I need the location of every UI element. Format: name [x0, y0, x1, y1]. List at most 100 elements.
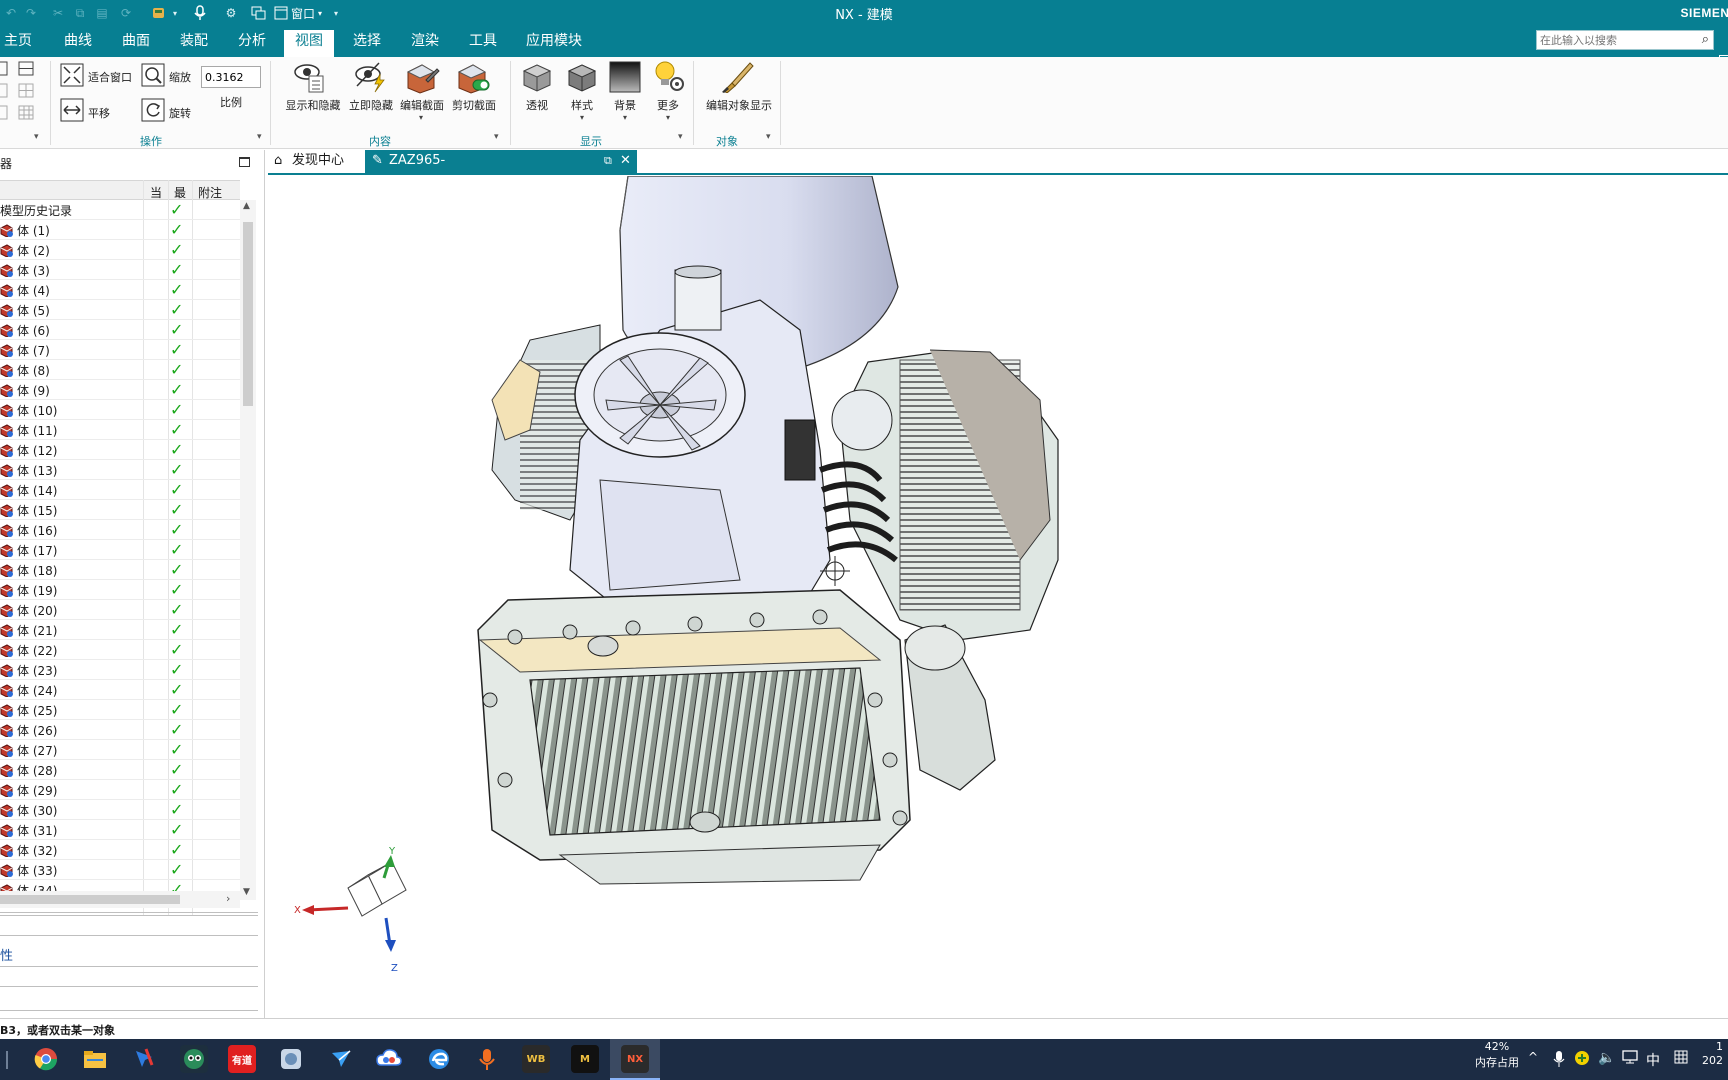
three-view-icon[interactable] [0, 105, 10, 124]
visibility-check-icon[interactable]: ✓ [170, 620, 183, 639]
edit-section-dropdown-icon[interactable]: ▾ [419, 113, 423, 122]
visibility-check-icon[interactable]: ✓ [170, 460, 183, 479]
visibility-check-icon[interactable]: ✓ [170, 440, 183, 459]
visibility-check-icon[interactable]: ✓ [170, 860, 183, 879]
visibility-check-icon[interactable]: ✓ [170, 340, 183, 359]
tab-curve[interactable]: 曲线 [58, 30, 98, 57]
visibility-check-icon[interactable]: ✓ [170, 200, 183, 219]
tab-surface[interactable]: 曲面 [116, 30, 156, 57]
repeat-command-icon[interactable]: ⟳ [118, 4, 134, 22]
switch-window-icon[interactable] [250, 4, 266, 22]
zoom-label[interactable]: 缩放 [169, 69, 191, 85]
scroll-down-icon[interactable]: ▼ [243, 887, 250, 897]
visibility-check-icon[interactable]: ✓ [170, 560, 183, 579]
visibility-check-icon[interactable]: ✓ [170, 740, 183, 759]
two-view-vertical-icon[interactable] [0, 83, 10, 102]
edit-section-label[interactable]: 编辑截面 [396, 97, 448, 113]
visibility-check-icon[interactable]: ✓ [170, 360, 183, 379]
touch-mode-dropdown-icon[interactable]: ▾ [170, 4, 180, 22]
show-and-hide-icon[interactable] [292, 60, 326, 97]
tree-item-body[interactable]: 体 (27) ✓ [0, 740, 240, 760]
navigator-horizontal-scrollbar[interactable]: › [0, 891, 240, 908]
visibility-check-icon[interactable]: ✓ [170, 800, 183, 819]
clip-section-label[interactable]: 剪切截面 [448, 97, 500, 113]
tree-item-body[interactable]: 体 (5) ✓ [0, 300, 240, 320]
tree-item-body[interactable]: 体 (32) ✓ [0, 840, 240, 860]
microphone-tray-icon[interactable] [1553, 1050, 1565, 1072]
tree-item-body[interactable]: 体 (14) ✓ [0, 480, 240, 500]
touch-mode-icon[interactable] [150, 4, 168, 22]
style-icon[interactable] [566, 61, 598, 96]
zoom-icon[interactable] [141, 63, 165, 90]
tree-item-body[interactable]: 体 (2) ✓ [0, 240, 240, 260]
background-label[interactable]: 背景 [609, 97, 641, 113]
voice-recorder-icon[interactable] [473, 1045, 501, 1073]
more-display-dropdown-icon[interactable]: ▾ [666, 113, 670, 122]
visibility-check-icon[interactable]: ✓ [170, 220, 183, 239]
vpn-tray-icon[interactable] [1574, 1050, 1590, 1070]
tab-tools[interactable]: 工具 [463, 30, 503, 57]
column-note[interactable]: 附注 [198, 184, 222, 201]
tree-item-body[interactable]: 体 (24) ✓ [0, 680, 240, 700]
layout-group-dropdown-icon[interactable]: ▾ [34, 132, 39, 142]
file-explorer-icon[interactable] [81, 1045, 109, 1073]
command-finder-icon[interactable]: ⚙ [222, 4, 240, 22]
copy-icon[interactable]: ⧉ [72, 4, 88, 22]
tree-item-body[interactable]: 体 (3) ✓ [0, 260, 240, 280]
edit-object-display-label[interactable]: 编辑对象显示 [703, 97, 775, 113]
feishu-icon[interactable] [327, 1045, 355, 1073]
operate-group-dropdown-icon[interactable]: ▾ [257, 132, 262, 142]
microphone-icon[interactable] [192, 4, 208, 22]
column-latest[interactable]: 最 [174, 184, 186, 201]
style-dropdown-icon[interactable]: ▾ [580, 113, 584, 122]
clip-section-icon[interactable] [455, 60, 491, 97]
content-group-dropdown-icon[interactable]: ▾ [494, 132, 499, 142]
tab-active-part[interactable]: ✎ ZAZ965-engine_v1_brayvo.ru_step.prt ⧉ … [365, 150, 637, 190]
search-icon[interactable]: ⌕ [1702, 32, 1709, 47]
show-hidden-icons-icon[interactable]: ^ [1528, 1050, 1538, 1064]
tree-item-body[interactable]: 体 (13) ✓ [0, 460, 240, 480]
tree-item-body[interactable]: 体 (17) ✓ [0, 540, 240, 560]
visibility-check-icon[interactable]: ✓ [170, 600, 183, 619]
redo-icon[interactable]: ↷ [24, 4, 38, 22]
command-search-input[interactable] [1537, 31, 1687, 49]
siemens-nx-icon[interactable]: NX [621, 1045, 649, 1073]
screen-recorder-icon[interactable] [180, 1045, 208, 1073]
tree-item-body[interactable]: 体 (18) ✓ [0, 560, 240, 580]
visibility-check-icon[interactable]: ✓ [170, 580, 183, 599]
four-view-icon[interactable] [18, 83, 34, 102]
scroll-thumb[interactable] [243, 222, 253, 406]
visibility-check-icon[interactable]: ✓ [170, 840, 183, 859]
customize-quick-access-icon[interactable]: ▾ [330, 4, 342, 22]
visibility-check-icon[interactable]: ✓ [170, 500, 183, 519]
fit-window-icon[interactable] [60, 63, 84, 90]
visibility-check-icon[interactable]: ✓ [170, 320, 183, 339]
scroll-up-icon[interactable]: ▲ [243, 201, 250, 211]
show-and-hide-label[interactable]: 显示和隐藏 [282, 97, 344, 113]
tree-item-body[interactable]: 体 (20) ✓ [0, 600, 240, 620]
paste-icon[interactable]: ▤ [94, 4, 110, 22]
memory-usage-widget[interactable]: 42% 内存占用 [1462, 1040, 1532, 1070]
visibility-check-icon[interactable]: ✓ [170, 520, 183, 539]
tree-item-body[interactable]: 体 (23) ✓ [0, 660, 240, 680]
rotate-label[interactable]: 旋转 [169, 105, 191, 121]
undo-icon[interactable]: ↶ [4, 4, 18, 22]
display-group-dropdown-icon[interactable]: ▾ [678, 132, 683, 142]
two-view-horizontal-icon[interactable] [18, 61, 34, 80]
tree-item-body[interactable]: 体 (6) ✓ [0, 320, 240, 340]
tree-item-body[interactable]: 体 (31) ✓ [0, 820, 240, 840]
visibility-check-icon[interactable]: ✓ [170, 420, 183, 439]
tree-item-body[interactable]: 体 (19) ✓ [0, 580, 240, 600]
tab-assembly[interactable]: 装配 [174, 30, 214, 57]
tab-applications[interactable]: 应用模块 [522, 30, 586, 57]
zoom-scale-input[interactable] [201, 66, 261, 88]
cut-icon[interactable]: ✂ [50, 4, 66, 22]
dependents-section-label[interactable]: 性 [0, 945, 13, 964]
tree-item-body[interactable]: 体 (7) ✓ [0, 340, 240, 360]
mechanical-app-icon[interactable]: M [571, 1045, 599, 1073]
visibility-check-icon[interactable]: ✓ [170, 400, 183, 419]
tree-item-body[interactable]: 体 (29) ✓ [0, 780, 240, 800]
navigator-vertical-scrollbar[interactable]: ▲ ▼ [240, 200, 256, 900]
tree-item-body[interactable]: 体 (28) ✓ [0, 760, 240, 780]
single-view-icon[interactable] [0, 61, 10, 80]
